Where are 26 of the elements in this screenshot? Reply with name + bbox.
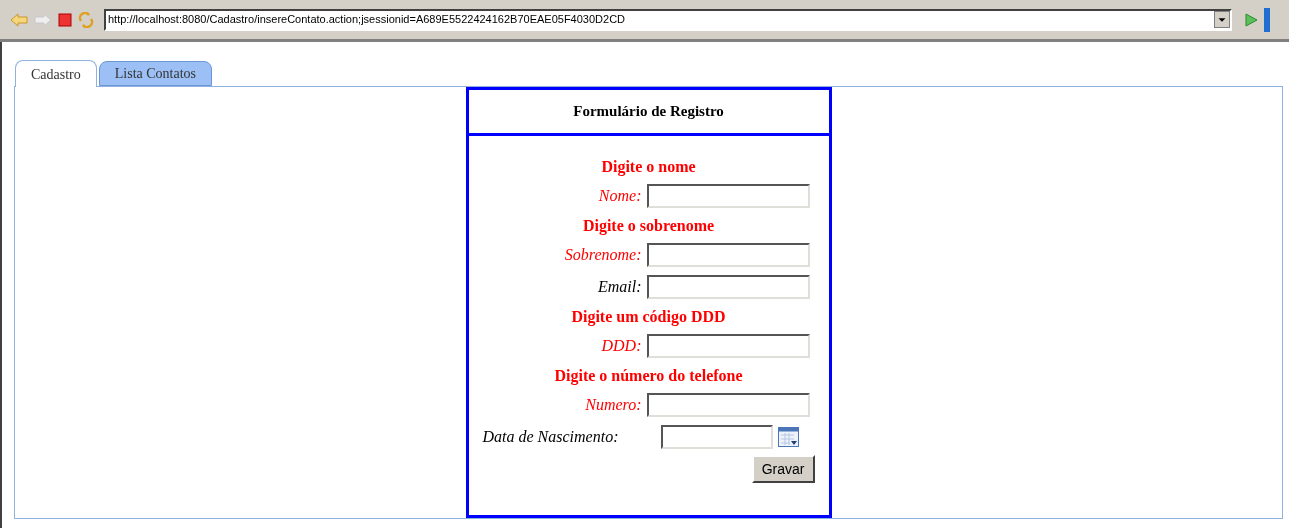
field-label: Email: [596,277,643,297]
input-field[interactable] [646,275,810,299]
field-label: Data de Nascimento: [482,427,620,447]
field-label: Nome: [597,186,643,206]
field-label: DDD: [600,336,643,356]
go-arrow-icon[interactable] [1244,12,1258,27]
error-message: Digite o sobrenome [581,215,716,237]
input-field[interactable] [646,334,810,358]
error-message: Digite o nome [600,156,697,178]
submit-button[interactable]: Gravar [751,455,815,483]
input-field[interactable] [646,243,810,267]
tab[interactable]: Lista Contatos [98,61,213,86]
date-field[interactable] [660,425,773,449]
calendar-icon[interactable] [777,427,799,447]
form-title: Formulário de Registro [468,90,829,136]
stop-icon[interactable] [58,12,72,27]
field-label: Numero: [584,395,643,415]
address-field[interactable]: http://localhost:8080/Cadastro/insereContato.action;jsessionid=A689E5522424162B70EAE05F4030D2CD [104,8,1232,31]
field-label: Sobrenome: [563,245,643,265]
error-message: Digite um código DDD [570,306,727,328]
url-text: http://localhost:8080/Cadastro/insereContato.action;jsessionid=A689E5522424162B70EAE05F4030D2CD [107,12,626,28]
input-field[interactable] [646,184,810,208]
toolbar-icon[interactable] [1264,7,1270,32]
tab[interactable]: Cadastro [15,60,97,87]
input-field[interactable] [646,393,810,417]
error-message: Digite o número do telefone [553,365,744,387]
